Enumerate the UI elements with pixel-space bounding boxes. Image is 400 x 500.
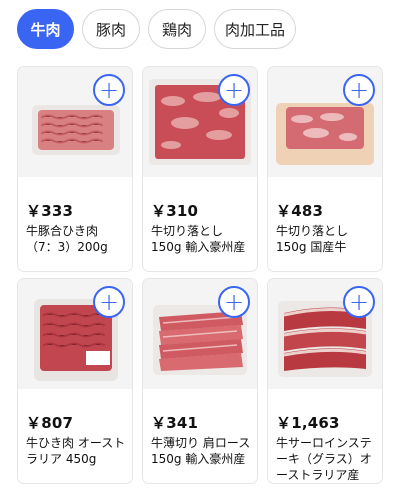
product-name: 牛豚合ひき肉（7：3）200g (26, 224, 108, 254)
tab-pork[interactable]: 豚肉 (82, 9, 140, 49)
tab-processed-meat[interactable]: 肉加工品 (214, 9, 296, 49)
product-card[interactable]: + ￥1,463 牛サーロインステーキ（グラス）オーストラリア産 (267, 278, 383, 484)
product-price: ￥341 (151, 414, 199, 432)
tab-beef[interactable]: 牛肉 (17, 9, 74, 49)
product-row: + ￥807 牛ひき肉 オーストラリア 450g + ￥341 牛薄切り 肩ロー… (17, 278, 385, 484)
plus-icon: + (348, 76, 370, 104)
product-row: + ￥333 牛豚合ひき肉（7：3）200g + ￥310 牛切り落とし150g… (17, 66, 385, 272)
add-to-cart-button[interactable]: + (218, 74, 250, 106)
plus-icon: + (348, 288, 370, 316)
add-to-cart-button[interactable]: + (343, 286, 375, 318)
product-card[interactable]: + ￥483 牛切り落とし150g 国産牛 (267, 66, 383, 272)
product-name: 牛切り落とし150g 国産牛 (276, 224, 349, 254)
tab-chicken[interactable]: 鶏肉 (148, 9, 206, 49)
product-name: 牛サーロインステーキ（グラス）オーストラリア産 (276, 436, 372, 482)
plus-icon: + (223, 76, 245, 104)
product-name: 牛ひき肉 オーストラリア 450g (26, 436, 126, 466)
product-price: ￥1,463 (276, 414, 340, 432)
add-to-cart-button[interactable]: + (343, 74, 375, 106)
plus-icon: + (98, 288, 120, 316)
product-price: ￥807 (26, 414, 74, 432)
product-name: 牛切り落とし150g 輸入豪州産 (151, 224, 246, 254)
product-card[interactable]: + ￥310 牛切り落とし150g 輸入豪州産 (142, 66, 258, 272)
add-to-cart-button[interactable]: + (218, 286, 250, 318)
product-card[interactable]: + ￥807 牛ひき肉 オーストラリア 450g (17, 278, 133, 484)
product-card[interactable]: + ￥341 牛薄切り 肩ロース 150g 輸入豪州産 (142, 278, 258, 484)
category-tabs: 牛肉 豚肉 鶏肉 肉加工品 (17, 8, 400, 50)
product-name: 牛薄切り 肩ロース 150g 輸入豪州産 (151, 436, 251, 466)
product-price: ￥333 (26, 202, 74, 220)
product-price: ￥310 (151, 202, 199, 220)
add-to-cart-button[interactable]: + (93, 286, 125, 318)
product-card[interactable]: + ￥333 牛豚合ひき肉（7：3）200g (17, 66, 133, 272)
add-to-cart-button[interactable]: + (93, 74, 125, 106)
product-price: ￥483 (276, 202, 324, 220)
plus-icon: + (98, 76, 120, 104)
product-grid: + ￥333 牛豚合ひき肉（7：3）200g + ￥310 牛切り落とし150g… (17, 66, 385, 484)
plus-icon: + (223, 288, 245, 316)
